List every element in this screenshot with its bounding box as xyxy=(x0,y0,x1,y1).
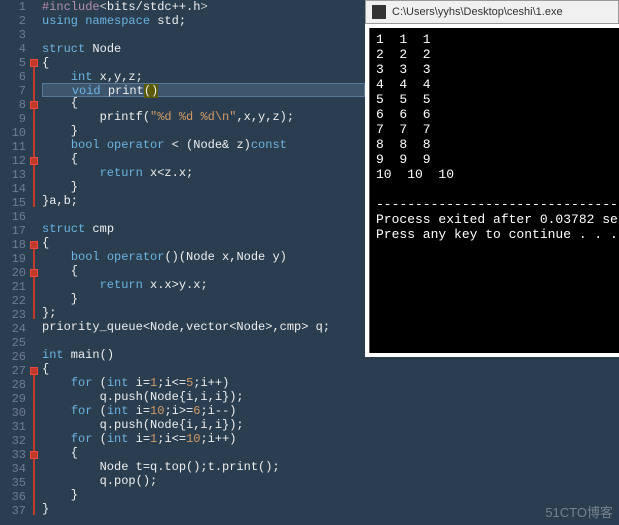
line-number: 22 xyxy=(0,294,26,308)
line-number: 17 xyxy=(0,224,26,238)
console-title: C:\Users\yyhs\Desktop\ceshi\1.exe xyxy=(392,6,563,18)
code-line[interactable]: { xyxy=(42,236,365,250)
code-area[interactable]: #include<bits/stdc++.h>using namespace s… xyxy=(42,0,365,516)
line-number-gutter: 1234567891011121314151617181920212223242… xyxy=(0,0,30,525)
line-number: 8 xyxy=(0,98,26,112)
line-number: 1 xyxy=(0,0,26,14)
line-number: 30 xyxy=(0,406,26,420)
fold-toggle[interactable] xyxy=(30,241,38,249)
code-line[interactable]: using namespace std; xyxy=(42,14,365,28)
line-number: 14 xyxy=(0,182,26,196)
line-number: 36 xyxy=(0,490,26,504)
line-number: 2 xyxy=(0,14,26,28)
line-number: 20 xyxy=(0,266,26,280)
line-number: 23 xyxy=(0,308,26,322)
line-number: 4 xyxy=(0,42,26,56)
code-line[interactable]: { xyxy=(42,446,365,460)
line-number: 21 xyxy=(0,280,26,294)
line-number: 34 xyxy=(0,462,26,476)
code-line[interactable]: bool operator < (Node& z)const xyxy=(42,138,365,152)
code-line[interactable]: }; xyxy=(42,306,365,320)
line-number: 11 xyxy=(0,140,26,154)
code-line[interactable]: { xyxy=(42,152,365,166)
code-line[interactable]: { xyxy=(42,96,365,110)
line-number: 33 xyxy=(0,448,26,462)
line-number: 31 xyxy=(0,420,26,434)
line-number: 29 xyxy=(0,392,26,406)
line-number: 7 xyxy=(0,84,26,98)
line-number: 5 xyxy=(0,56,26,70)
line-number: 12 xyxy=(0,154,26,168)
code-line[interactable]: void print() xyxy=(42,83,365,97)
code-line[interactable]: } xyxy=(42,292,365,306)
line-number: 9 xyxy=(0,112,26,126)
code-line[interactable]: } xyxy=(42,502,365,516)
code-line[interactable]: #include<bits/stdc++.h> xyxy=(42,0,365,14)
code-line[interactable]: q.push(Node{i,i,i}); xyxy=(42,390,365,404)
code-line[interactable]: { xyxy=(42,56,365,70)
code-line[interactable]: int main() xyxy=(42,348,365,362)
code-line[interactable]: { xyxy=(42,362,365,376)
line-number: 32 xyxy=(0,434,26,448)
fold-toggle[interactable] xyxy=(30,451,38,459)
console-window[interactable]: C:\Users\yyhs\Desktop\ceshi\1.exe 1 1 1 … xyxy=(365,0,619,357)
console-titlebar[interactable]: C:\Users\yyhs\Desktop\ceshi\1.exe xyxy=(365,0,619,24)
line-number: 16 xyxy=(0,210,26,224)
code-line[interactable]: int x,y,z; xyxy=(42,70,365,84)
code-line[interactable] xyxy=(42,28,365,42)
line-number: 25 xyxy=(0,336,26,350)
code-line[interactable]: Node t=q.top();t.print(); xyxy=(42,460,365,474)
app-icon xyxy=(372,5,386,19)
line-number: 28 xyxy=(0,378,26,392)
code-line[interactable]: printf("%d %d %d\n",x,y,z); xyxy=(42,110,365,124)
fold-toggle[interactable] xyxy=(30,157,38,165)
code-line[interactable]: for (int i=10;i>=6;i--) xyxy=(42,404,365,418)
code-line[interactable]: priority_queue<Node,vector<Node>,cmp> q; xyxy=(42,320,365,334)
code-line[interactable]: struct cmp xyxy=(42,222,365,236)
line-number: 10 xyxy=(0,126,26,140)
code-line[interactable]: } xyxy=(42,488,365,502)
fold-toggle[interactable] xyxy=(30,367,38,375)
line-number: 26 xyxy=(0,350,26,364)
code-editor[interactable]: 1234567891011121314151617181920212223242… xyxy=(0,0,365,525)
code-line[interactable]: } xyxy=(42,180,365,194)
code-line[interactable] xyxy=(42,334,365,348)
code-line[interactable]: bool operator()(Node x,Node y) xyxy=(42,250,365,264)
console-output: 1 1 1 2 2 2 3 3 3 4 4 4 5 5 5 6 6 6 7 7 … xyxy=(369,28,619,353)
code-line[interactable]: { xyxy=(42,264,365,278)
code-line[interactable]: for (int i=1;i<=10;i++) xyxy=(42,432,365,446)
line-number: 13 xyxy=(0,168,26,182)
line-number: 19 xyxy=(0,252,26,266)
line-number: 15 xyxy=(0,196,26,210)
code-line[interactable]: q.push(Node{i,i,i}); xyxy=(42,418,365,432)
line-number: 6 xyxy=(0,70,26,84)
code-line[interactable]: for (int i=1;i<=5;i++) xyxy=(42,376,365,390)
code-line[interactable]: return x.x>y.x; xyxy=(42,278,365,292)
line-number: 37 xyxy=(0,504,26,518)
line-number: 18 xyxy=(0,238,26,252)
code-line[interactable]: struct Node xyxy=(42,42,365,56)
code-line[interactable]: } xyxy=(42,124,365,138)
fold-toggle[interactable] xyxy=(30,59,38,67)
code-line[interactable] xyxy=(42,208,365,222)
watermark: 51CTO博客 xyxy=(545,502,613,521)
code-line[interactable]: return x<z.x; xyxy=(42,166,365,180)
fold-toggle[interactable] xyxy=(30,269,38,277)
code-line[interactable]: q.pop(); xyxy=(42,474,365,488)
line-number: 24 xyxy=(0,322,26,336)
fold-toggle[interactable] xyxy=(30,101,38,109)
line-number: 27 xyxy=(0,364,26,378)
fold-column[interactable] xyxy=(30,0,40,525)
line-number: 3 xyxy=(0,28,26,42)
code-line[interactable]: }a,b; xyxy=(42,194,365,208)
line-number: 35 xyxy=(0,476,26,490)
